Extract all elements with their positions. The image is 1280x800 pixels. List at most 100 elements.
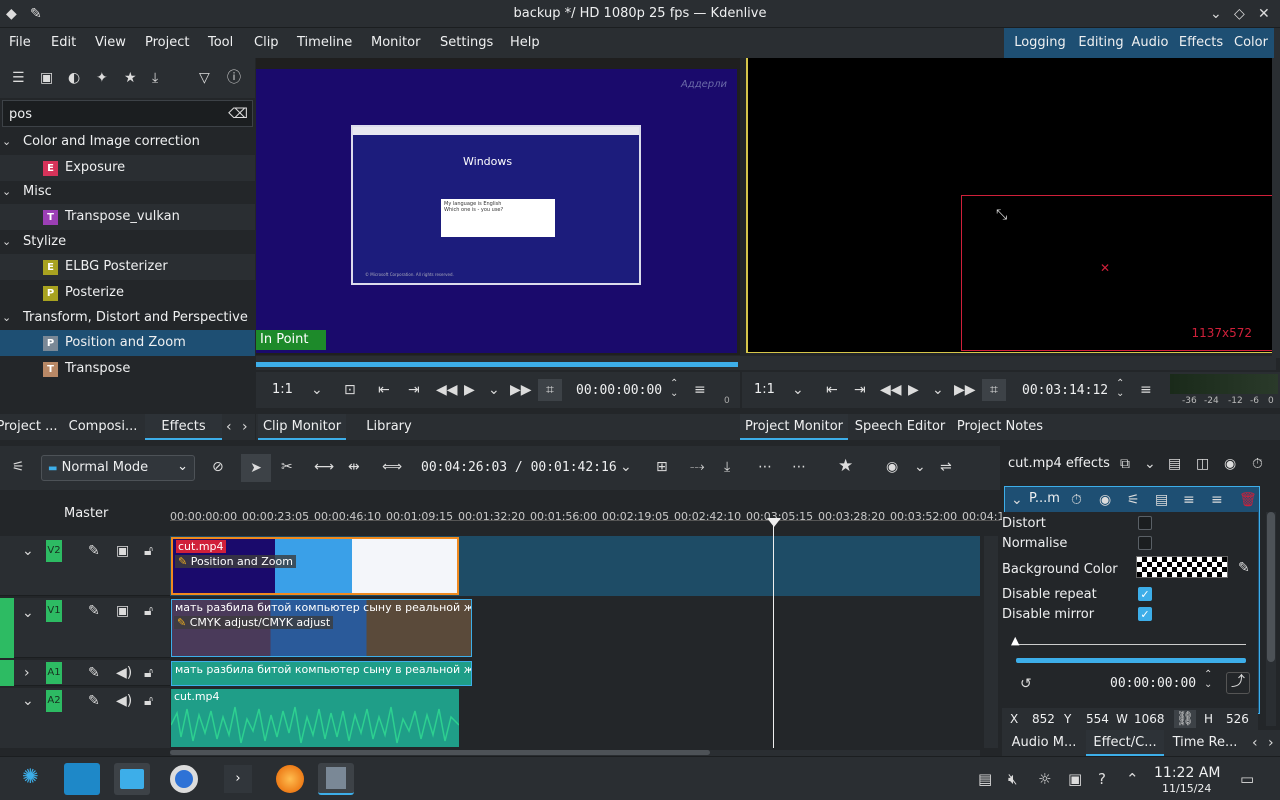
- tab-project-monitor[interactable]: Project Monitor: [740, 414, 848, 440]
- chevron-right-icon[interactable]: ›: [242, 418, 248, 436]
- collapse-icon[interactable]: ⏱: [1252, 455, 1263, 473]
- timeline-menu-icon[interactable]: ⇌: [940, 458, 952, 476]
- set-out-icon[interactable]: ⇥: [854, 381, 866, 399]
- file-manager-icon[interactable]: [114, 763, 150, 795]
- workspace-effects[interactable]: Effects: [1174, 28, 1228, 58]
- workspace-editing[interactable]: Editing: [1076, 28, 1126, 58]
- list-icon[interactable]: ☰: [12, 69, 25, 87]
- play-icon[interactable]: ▶: [464, 381, 475, 399]
- effect-transpose[interactable]: T Transpose: [0, 356, 255, 382]
- effects-wand-icon[interactable]: ✎: [88, 664, 100, 682]
- video-effects-icon[interactable]: ▣: [40, 69, 53, 87]
- menu-icon[interactable]: ≡: [694, 381, 706, 399]
- chevron-down-icon[interactable]: ⌄: [22, 542, 34, 560]
- project-monitor-ruler[interactable]: [740, 356, 1276, 370]
- transform-rect[interactable]: ⤡ ✕ 1137x572: [961, 195, 1273, 351]
- effects-wand-icon[interactable]: ✎: [88, 602, 100, 620]
- reset-icon[interactable]: ↺: [1020, 675, 1032, 693]
- brightness-icon[interactable]: ☼: [1038, 770, 1051, 788]
- track-id-label[interactable]: A1: [46, 662, 62, 684]
- custom-effects-icon[interactable]: ✦: [96, 69, 108, 87]
- audio-effects-icon[interactable]: ◐: [68, 69, 80, 87]
- chevron-left-icon[interactable]: ‹: [226, 418, 232, 436]
- color-picker-icon[interactable]: ✎: [1238, 559, 1250, 577]
- speaker-icon[interactable]: ◀): [116, 692, 132, 710]
- insert-icon[interactable]: ⤏: [690, 458, 705, 476]
- playhead-marker[interactable]: [767, 518, 781, 527]
- chevron-right-icon[interactable]: ›: [1268, 734, 1274, 752]
- track-id-label[interactable]: A2: [46, 690, 62, 712]
- clip-a1[interactable]: мать разбила битой компьютер сыну в реал…: [171, 661, 472, 686]
- menu-file[interactable]: File: [9, 35, 31, 50]
- set-in-icon[interactable]: ⇤: [826, 381, 838, 399]
- move-down-icon[interactable]: ≡: [1211, 491, 1223, 509]
- chevron-down-icon[interactable]: ⌄: [932, 381, 944, 399]
- show-desktop-icon[interactable]: ▭: [1240, 770, 1254, 788]
- effects-wand-icon[interactable]: ✎: [88, 692, 100, 710]
- multitrack-icon[interactable]: ⊞: [656, 458, 668, 476]
- overwrite-icon[interactable]: ⤓: [724, 458, 730, 476]
- storage-icon[interactable]: ▣: [1068, 770, 1082, 788]
- filter-icon[interactable]: ▽: [199, 69, 210, 87]
- x-field[interactable]: 852: [1032, 712, 1055, 726]
- save-stack-icon[interactable]: ▤: [1168, 455, 1181, 473]
- clip-a2-cut[interactable]: cut.mp4: [171, 689, 459, 747]
- extract-icon[interactable]: ⋯: [758, 458, 772, 476]
- razor-tool-icon[interactable]: ✂: [281, 458, 293, 476]
- menu-timeline[interactable]: Timeline: [297, 35, 352, 50]
- chevron-down-icon[interactable]: ⌄: [620, 458, 632, 476]
- info-icon[interactable]: ⓘ: [227, 69, 241, 87]
- distort-checkbox[interactable]: [1138, 516, 1152, 530]
- tab-compositions[interactable]: Composi...: [64, 414, 142, 440]
- track-id-label[interactable]: V1: [46, 600, 62, 622]
- timeline-settings-icon[interactable]: ⚟: [12, 458, 25, 476]
- eye-icon[interactable]: ◉: [1224, 455, 1236, 473]
- workspace-logging[interactable]: Logging: [1004, 28, 1076, 58]
- eye-icon[interactable]: ◉: [1099, 491, 1111, 509]
- move-up-icon[interactable]: ≡: [1183, 491, 1195, 509]
- tune-icon[interactable]: ⚟: [1127, 491, 1140, 509]
- spin-updown-icon[interactable]: ⌃ ⌄: [1204, 670, 1212, 690]
- normalise-checkbox[interactable]: [1138, 536, 1152, 550]
- menu-edit[interactable]: Edit: [51, 35, 76, 50]
- favorites-icon[interactable]: ★: [124, 69, 137, 87]
- chevron-down-icon[interactable]: ⌄: [1144, 455, 1156, 473]
- track-id-label[interactable]: V2: [46, 540, 62, 562]
- menu-tool[interactable]: Tool: [208, 35, 233, 50]
- menu-clip[interactable]: Clip: [254, 35, 279, 50]
- spin-updown-icon[interactable]: ⌃ ⌄: [670, 379, 678, 399]
- chevron-up-icon[interactable]: ⌃: [1126, 770, 1139, 788]
- menu-settings[interactable]: Settings: [440, 35, 493, 50]
- forward-icon[interactable]: ▶▶: [954, 381, 976, 399]
- tab-project-bin[interactable]: Project ...: [0, 414, 58, 440]
- film-icon[interactable]: ▣: [116, 602, 129, 620]
- close-icon[interactable]: ✕: [1258, 5, 1270, 23]
- effect-exposure[interactable]: E Exposure: [0, 155, 255, 181]
- discover-icon[interactable]: [64, 763, 100, 795]
- save-icon[interactable]: ▤: [1155, 491, 1168, 509]
- effect-timecode[interactable]: 00:00:00:00: [1110, 676, 1196, 691]
- compare-icon[interactable]: ⧉: [1120, 455, 1130, 473]
- workspace-audio[interactable]: Audio: [1126, 28, 1174, 58]
- record-icon[interactable]: ◉: [886, 458, 898, 476]
- clip-timecode[interactable]: 00:00:00:00: [576, 383, 662, 398]
- download-icon[interactable]: ⤓: [152, 69, 158, 87]
- slip-tool-icon[interactable]: ⟺: [382, 458, 402, 476]
- category-color-correction[interactable]: ⌄ Color and Image correction: [0, 129, 255, 155]
- menu-view[interactable]: View: [95, 35, 126, 50]
- category-misc[interactable]: ⌄ Misc: [0, 179, 255, 205]
- chevron-right-icon[interactable]: ›: [24, 664, 30, 682]
- tab-library[interactable]: Library: [354, 414, 424, 440]
- tab-audio-mixer[interactable]: Audio M...: [1004, 730, 1084, 756]
- split-compare-icon[interactable]: ◫: [1196, 455, 1209, 473]
- clear-search-icon[interactable]: ⌫: [228, 105, 248, 123]
- lock-icon[interactable]: 🔓︎: [144, 664, 153, 682]
- effect-posterize[interactable]: P Posterize: [0, 280, 255, 306]
- effects-wand-icon[interactable]: ✎: [88, 542, 100, 560]
- clip-v2-cut[interactable]: cut.mp4 ✎ Position and Zoom: [171, 537, 459, 595]
- speaker-icon[interactable]: ◀): [116, 664, 132, 682]
- chevron-down-icon[interactable]: ⌄: [488, 381, 500, 399]
- project-monitor-preview[interactable]: ⤡ ✕ 1137x572: [746, 58, 1273, 353]
- set-in-icon[interactable]: ⇤: [378, 381, 390, 399]
- disable-mirror-checkbox[interactable]: ✓: [1138, 607, 1152, 621]
